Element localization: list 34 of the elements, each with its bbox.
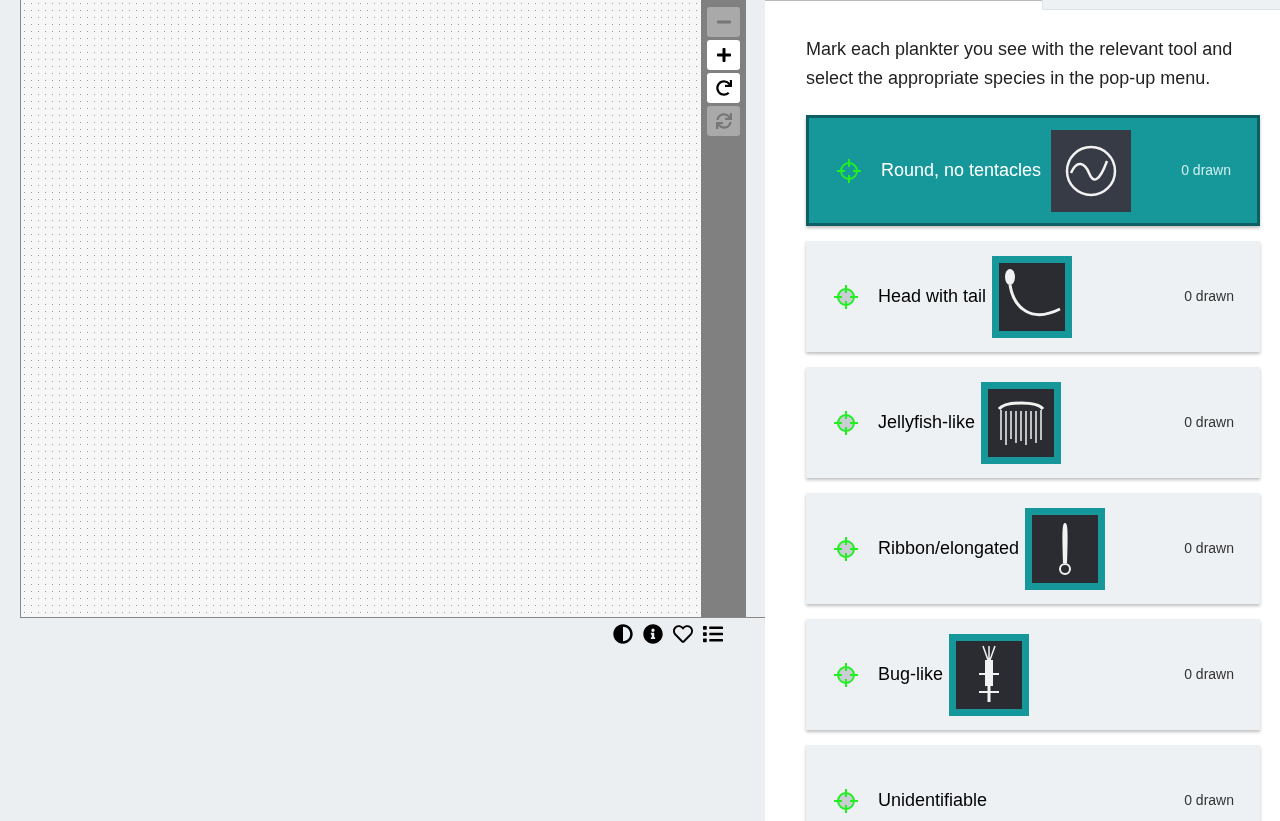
drawn-count: 0 drawn xyxy=(1184,413,1234,432)
crosshair-icon xyxy=(833,409,859,436)
list-icon[interactable] xyxy=(703,624,723,644)
tool-label: Unidentifiable xyxy=(878,789,988,812)
tool-option[interactable]: Bug-like 0 drawn xyxy=(806,619,1260,730)
crosshair-icon xyxy=(836,157,862,184)
tool-option[interactable]: Ribbon/elongated 0 drawn xyxy=(806,493,1260,604)
drawn-count: 0 drawn xyxy=(1184,287,1234,306)
heart-icon[interactable] xyxy=(673,624,693,644)
reset-icon xyxy=(715,113,732,129)
crosshair-icon xyxy=(833,787,859,814)
crosshair-icon xyxy=(833,535,859,562)
drawn-count: 0 drawn xyxy=(1184,665,1234,684)
drawn-count: 0 drawn xyxy=(1184,539,1234,558)
info-icon[interactable] xyxy=(643,624,663,644)
tool-option[interactable]: Jellyfish-like 0 drawn xyxy=(806,367,1260,478)
zoom-in-button[interactable] xyxy=(707,40,740,70)
rotate-button[interactable] xyxy=(707,73,740,103)
tool-label: Ribbon/elongated xyxy=(878,537,1020,560)
drawn-count: 0 drawn xyxy=(1181,161,1231,180)
contrast-icon[interactable] xyxy=(613,624,633,644)
rotate-icon xyxy=(715,80,732,96)
tool-label: Jellyfish-like xyxy=(878,411,976,434)
tool-label: Round, no tentacles xyxy=(881,159,1042,182)
tool-label: Bug-like xyxy=(878,663,944,686)
crosshair-icon xyxy=(833,283,859,310)
tool-option[interactable]: Unidentifiable 0 drawn xyxy=(806,745,1260,821)
drawn-count: 0 drawn xyxy=(1184,791,1234,810)
tool-option[interactable]: Round, no tentacles 0 drawn xyxy=(806,115,1260,226)
tool-label: Head with tail xyxy=(878,285,987,308)
instruction-text: Mark each plankter you see with the relevant tool and select the appropriate species in the pop-up menu. xyxy=(806,38,1234,90)
tool-option[interactable]: Head with tail 0 drawn xyxy=(806,241,1260,352)
crosshair-icon xyxy=(833,661,859,688)
zoom-in-icon xyxy=(715,47,732,63)
